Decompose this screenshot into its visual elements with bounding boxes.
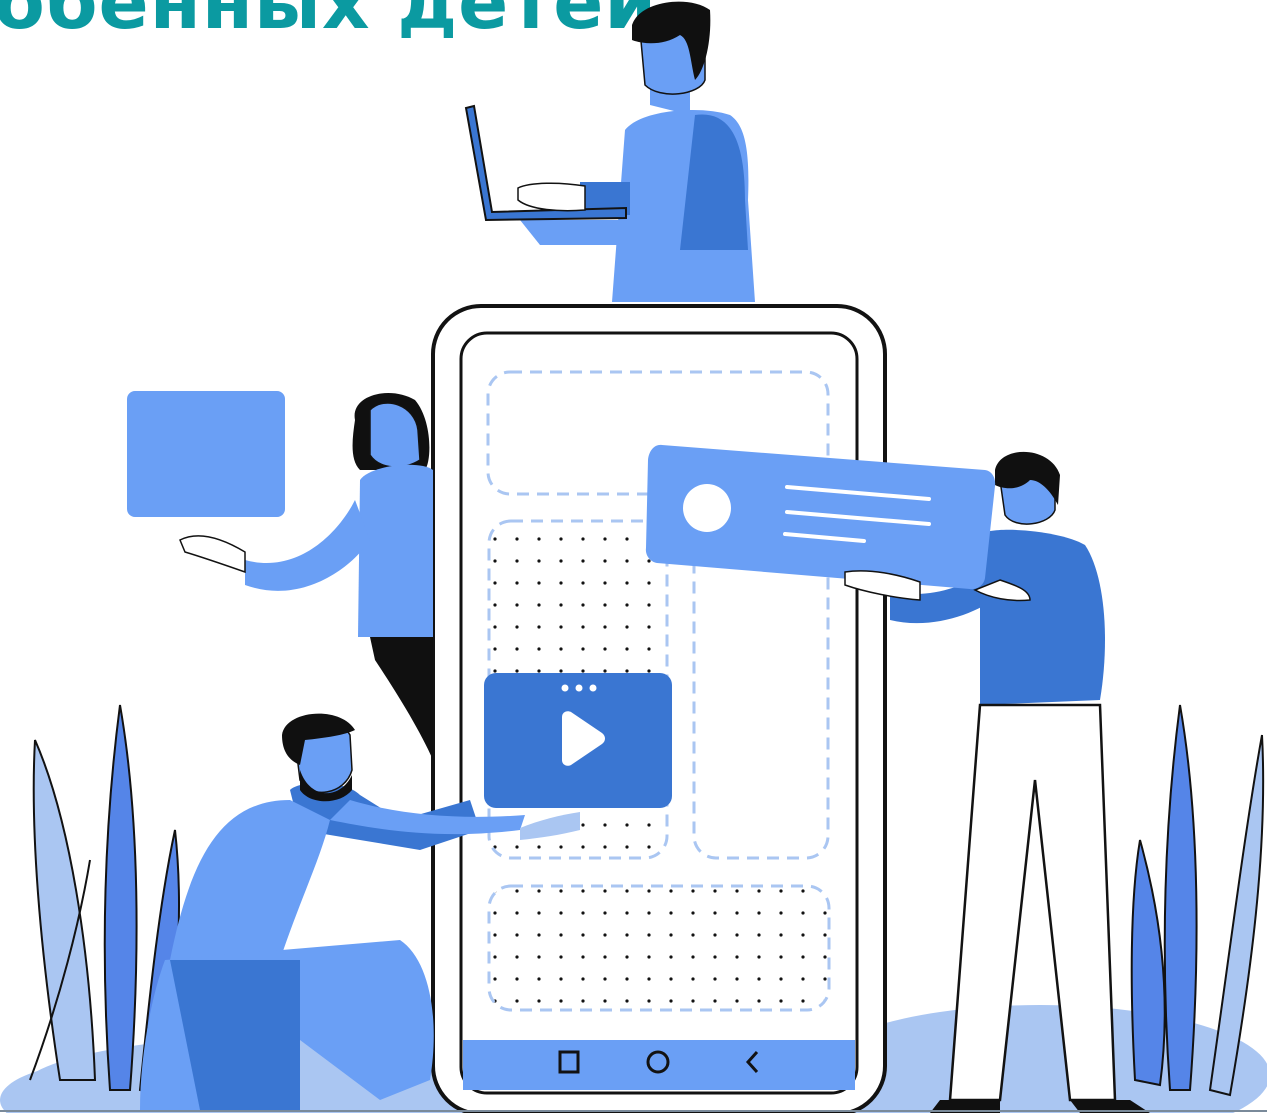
video-play-card[interactable] bbox=[484, 673, 672, 808]
man-with-laptop bbox=[464, 1, 755, 302]
dotted-card bbox=[487, 884, 831, 1012]
avatar-placeholder bbox=[683, 484, 731, 532]
woman-holding-card bbox=[127, 391, 433, 760]
illustration bbox=[0, 1, 1267, 1113]
blue-square-card bbox=[127, 391, 285, 517]
